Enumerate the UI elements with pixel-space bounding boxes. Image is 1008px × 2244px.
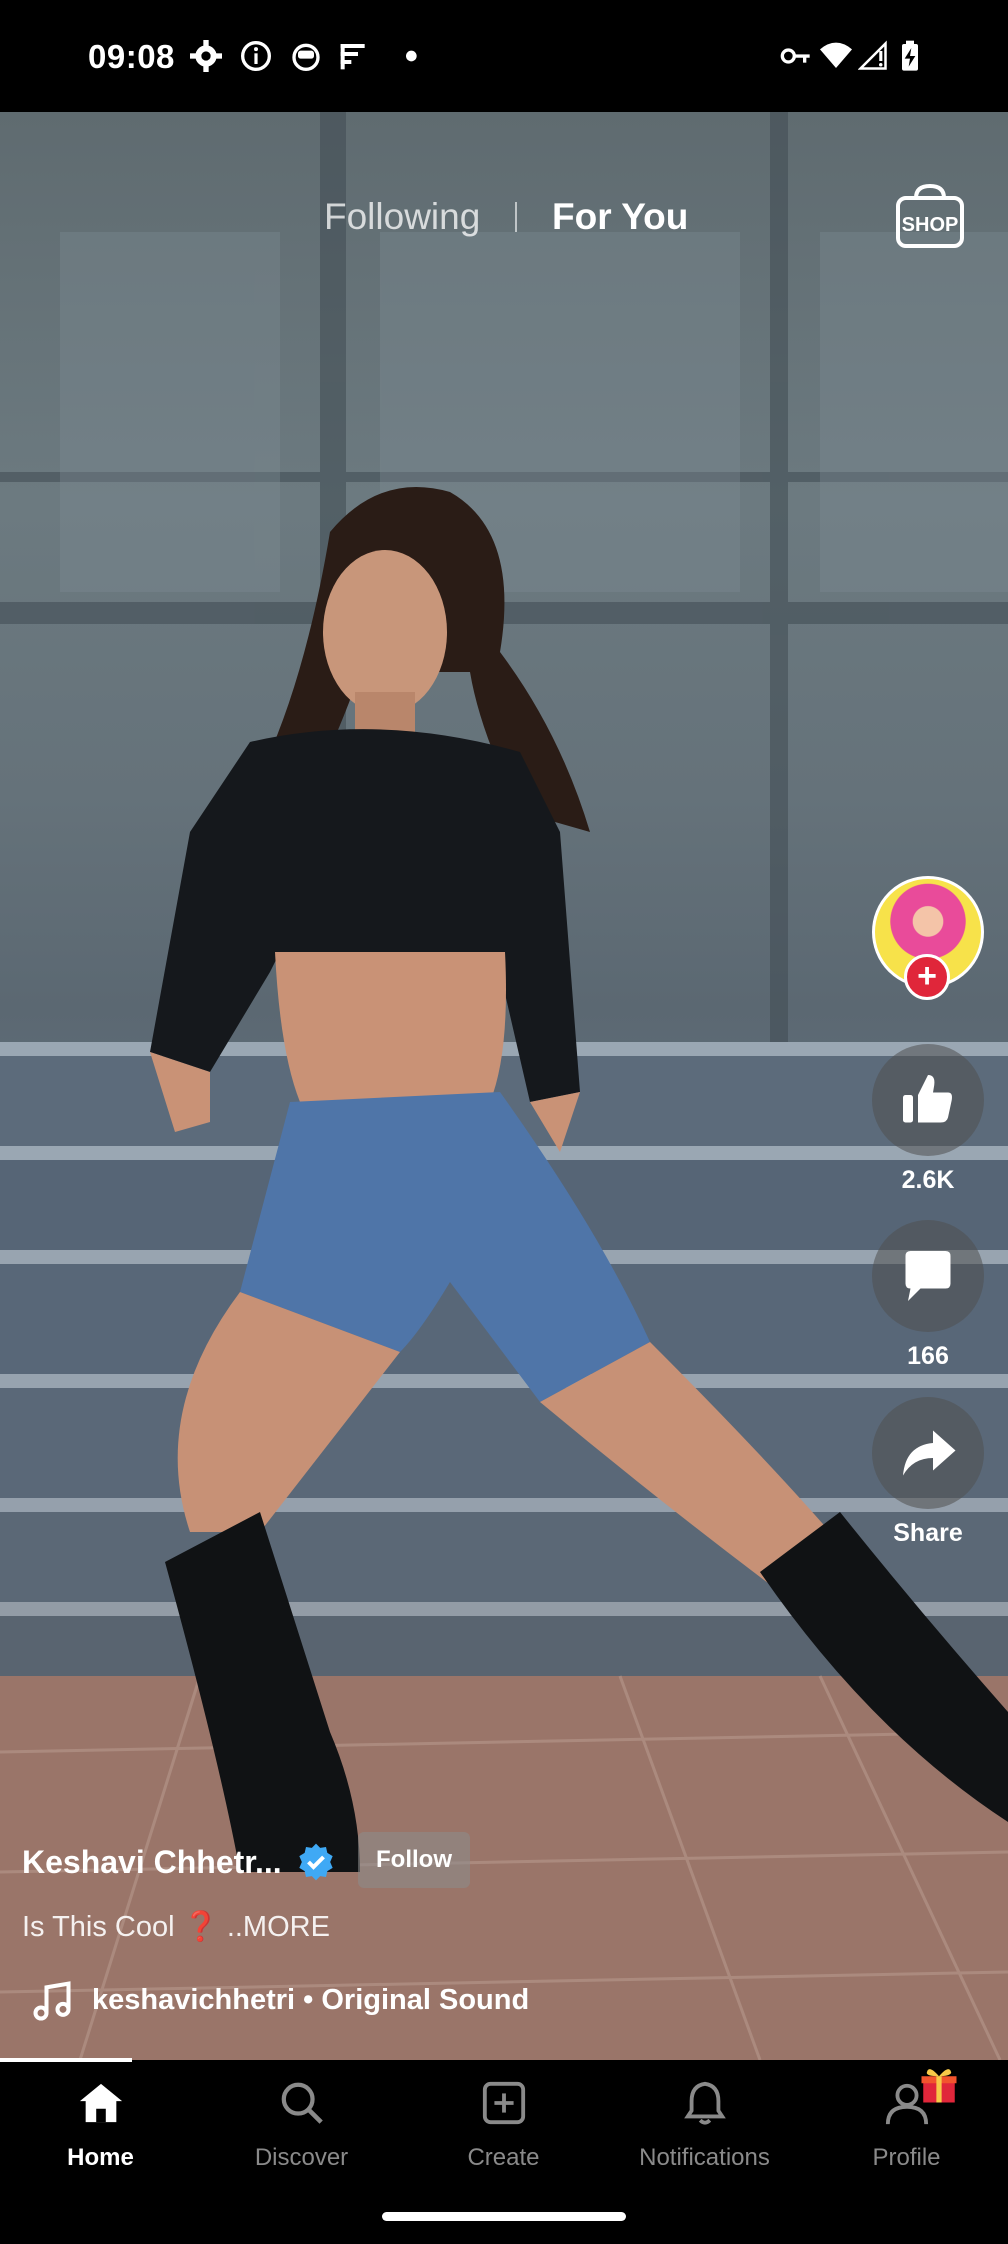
comment-count: 166 [907, 1342, 949, 1370]
caption-more-link[interactable]: ..MORE [227, 1911, 330, 1943]
username[interactable]: Keshavi Chhetr... [22, 1844, 282, 1881]
nav-notifications[interactable]: Notifications [604, 2062, 805, 2192]
video-frame-image [0, 112, 1008, 2060]
share-label: Share [893, 1519, 963, 1547]
share-arrow-icon [903, 1430, 956, 1476]
battery-charging-icon [902, 40, 918, 71]
caption-emoji: ❓ [182, 1911, 219, 1943]
wifi-icon [820, 42, 852, 68]
dot-icon [406, 50, 417, 62]
cellular-signal-icon [858, 40, 887, 70]
music-note-icon [33, 1981, 71, 2021]
gift-icon [921, 2069, 957, 2103]
home-indicator[interactable] [382, 2212, 626, 2221]
vpn-key-icon [780, 48, 810, 64]
search-icon [281, 2082, 323, 2124]
sound-name[interactable]: keshavichhetri • Original Sound [92, 1984, 529, 2017]
nav-label-notifications: Notifications [639, 2144, 770, 2171]
info-icon [241, 41, 271, 71]
caption-text: Is This Cool [22, 1911, 175, 1943]
bell-icon [684, 2081, 726, 2125]
shop-label: SHOP [901, 214, 959, 236]
shop-button[interactable]: SHOP [894, 183, 966, 250]
home-icon [79, 2083, 123, 2123]
status-time: 09:08 [88, 38, 175, 75]
nav-label-home: Home [67, 2144, 134, 2171]
nav-profile[interactable]: Profile [806, 2062, 1007, 2192]
settings-icon [190, 40, 222, 72]
follow-button[interactable]: Follow [358, 1832, 470, 1888]
comment-icon [905, 1251, 951, 1301]
nav-label-profile: Profile [872, 2144, 941, 2171]
nav-label-create: Create [467, 2144, 540, 2171]
share-button[interactable] [872, 1397, 984, 1509]
create-icon [482, 2081, 526, 2125]
signal-app-icon [340, 44, 365, 70]
nav-create[interactable]: Create [403, 2062, 604, 2192]
follow-plus-icon[interactable]: + [904, 954, 950, 1000]
status-bar: 09:08 [0, 0, 1008, 112]
comment-button[interactable] [872, 1220, 984, 1332]
nav-label-discover: Discover [254, 2144, 349, 2171]
caption[interactable]: Is This Cool ❓ ..MORE [22, 1910, 330, 1944]
tab-for-you[interactable]: For You [552, 196, 688, 238]
tab-divider [515, 202, 517, 232]
thumbs-up-icon [903, 1075, 952, 1123]
tab-following[interactable]: Following [324, 196, 480, 238]
verified-badge-icon [299, 1843, 333, 1881]
nav-home[interactable]: Home [0, 2062, 201, 2192]
like-button[interactable] [872, 1044, 984, 1156]
nav-discover[interactable]: Discover [201, 2062, 402, 2192]
like-count: 2.6K [901, 1166, 955, 1194]
notification-app-icon [292, 43, 320, 71]
video-player[interactable] [0, 112, 1008, 2060]
